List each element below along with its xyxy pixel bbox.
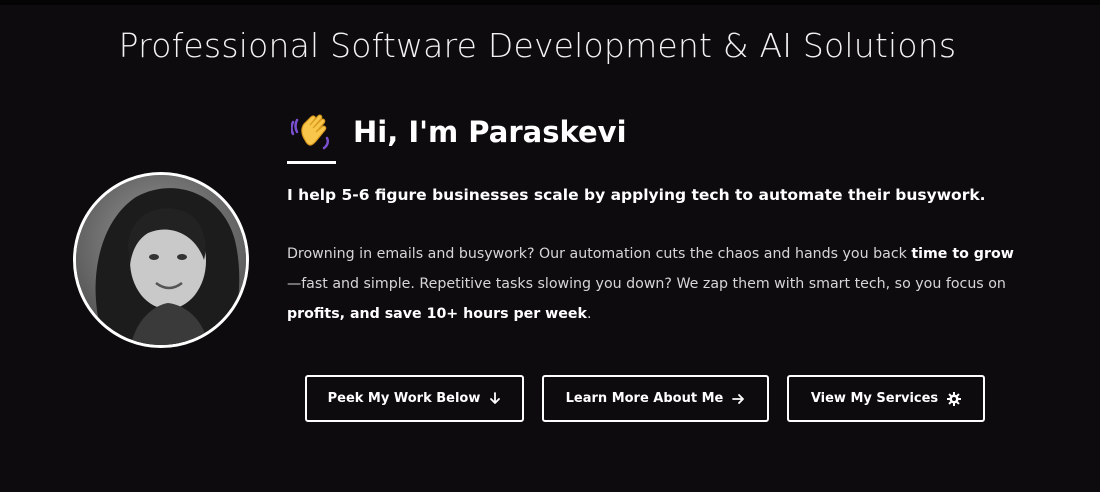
waving-hand-icon (291, 114, 330, 150)
peek-work-label: Peek My Work Below (327, 391, 481, 406)
avatar (73, 172, 249, 348)
view-services-button[interactable]: View My Services (787, 375, 985, 422)
title-underline (287, 161, 336, 164)
greeting: Hi, I'm Paraskevi (291, 108, 627, 156)
gear-icon (947, 391, 962, 406)
description-text: Drowning in emails and busywork? Our aut… (287, 246, 912, 262)
action-buttons: Peek My Work Below Learn More About Me V… (305, 375, 995, 422)
profile-photo (76, 175, 246, 345)
arrow-right-icon (732, 393, 745, 405)
description: Drowning in emails and busywork? Our aut… (287, 239, 1017, 329)
page-title: Professional Software Development & AI S… (118, 26, 957, 65)
arrow-down-icon (489, 392, 501, 405)
learn-more-button[interactable]: Learn More About Me (542, 375, 769, 422)
description-highlight: time to grow (911, 246, 1014, 262)
view-services-label: View My Services (810, 391, 939, 406)
description-highlight: profits, and save 10+ hours per week (287, 306, 587, 322)
top-bar (0, 0, 1100, 5)
description-text: . (586, 306, 592, 322)
greeting-text: Hi, I'm Paraskevi (353, 115, 627, 149)
tagline: I help 5-6 figure businesses scale by ap… (287, 186, 986, 204)
peek-work-button[interactable]: Peek My Work Below (305, 375, 524, 422)
learn-more-label: Learn More About Me (565, 391, 724, 406)
description-text: —fast and simple. Repetitive tasks slowi… (287, 276, 1006, 292)
